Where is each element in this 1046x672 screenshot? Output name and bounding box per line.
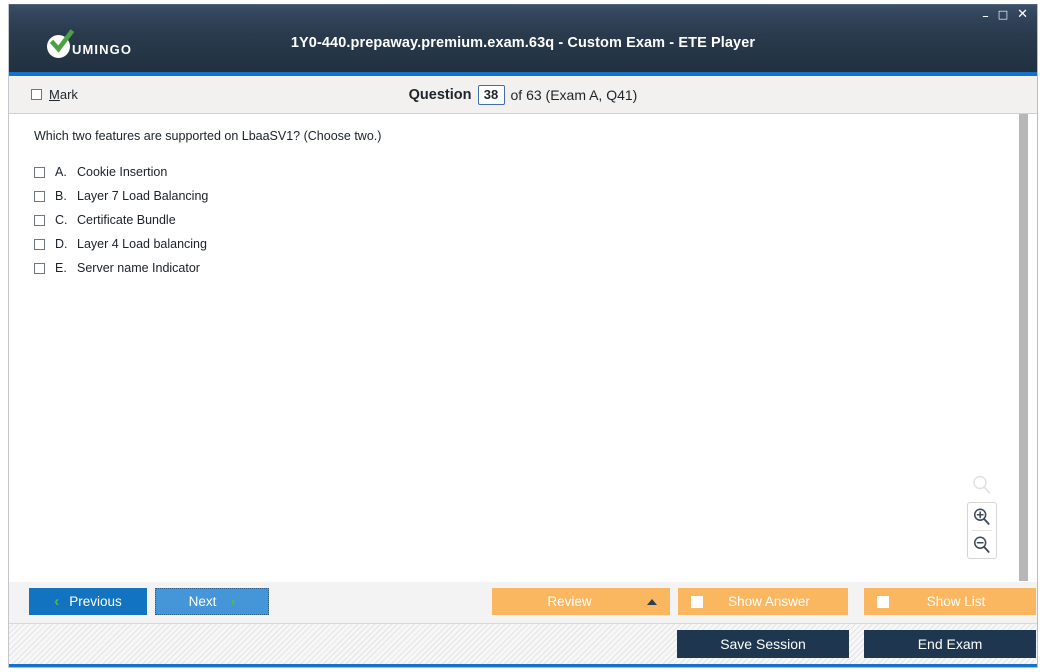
- next-button[interactable]: Next ›: [155, 588, 269, 615]
- mark-checkbox[interactable]: [31, 89, 42, 100]
- question-text: Which two features are supported on Lbaa…: [34, 129, 382, 143]
- show-list-button[interactable]: Show List: [864, 588, 1036, 615]
- option-row-e[interactable]: E. Server name Indicator: [34, 256, 1019, 280]
- option-row-b[interactable]: B. Layer 7 Load Balancing: [34, 184, 1019, 208]
- option-row-a[interactable]: A. Cookie Insertion: [34, 160, 1019, 184]
- option-letter-c: C.: [55, 213, 68, 227]
- question-total-label: of 63 (Exam A, Q41): [510, 86, 638, 103]
- show-answer-checkbox[interactable]: [691, 595, 703, 608]
- maximize-button[interactable]: □: [998, 9, 1008, 21]
- magnifier-icon[interactable]: [971, 474, 993, 496]
- zoom-button-group: [967, 502, 997, 559]
- save-session-button[interactable]: Save Session: [677, 630, 849, 658]
- option-text-c: Certificate Bundle: [77, 213, 176, 227]
- mark-label: Mark: [49, 87, 78, 102]
- option-text-b: Layer 7 Load Balancing: [77, 189, 209, 203]
- option-checkbox-e[interactable]: [34, 262, 45, 274]
- question-panel: Which two features are supported on Lbaa…: [18, 114, 1028, 581]
- title-bar: – □ ✕ UMINGO 1Y0-440.prepaway.premium.ex…: [9, 4, 1037, 76]
- option-checkbox-a[interactable]: [34, 166, 45, 178]
- window-title: 1Y0-440.prepaway.premium.exam.63q - Cust…: [290, 35, 756, 51]
- question-header-bar: Mark Question 38 of 63 (Exam A, Q41): [9, 76, 1037, 114]
- option-checkbox-d[interactable]: [34, 238, 45, 250]
- exam-player-window: – □ ✕ UMINGO 1Y0-440.prepaway.premium.ex…: [8, 4, 1038, 668]
- question-counter: Question 38 of 63 (Exam A, Q41): [9, 84, 1037, 105]
- option-letter-d: D.: [55, 237, 68, 251]
- zoom-out-icon: [973, 536, 990, 553]
- option-letter-e: E.: [55, 261, 67, 275]
- previous-button[interactable]: ‹ Previous: [29, 588, 147, 615]
- zoom-out-button[interactable]: [968, 531, 996, 558]
- chevron-left-icon: ‹: [54, 593, 60, 610]
- option-text-d: Layer 4 Load balancing: [77, 237, 207, 251]
- review-button[interactable]: Review: [492, 588, 670, 615]
- question-number-input[interactable]: 38: [477, 84, 505, 105]
- minimize-button[interactable]: –: [982, 10, 989, 23]
- option-letter-a: A.: [55, 165, 67, 179]
- chevron-right-icon: ›: [230, 593, 236, 610]
- end-exam-button[interactable]: End Exam: [864, 630, 1036, 658]
- option-checkbox-b[interactable]: [34, 190, 45, 202]
- show-answer-label: Show Answer: [728, 594, 810, 609]
- close-button[interactable]: ✕: [1017, 8, 1028, 21]
- option-text-a: Cookie Insertion: [77, 165, 168, 179]
- previous-button-label: Previous: [69, 594, 122, 609]
- zoom-in-button[interactable]: [968, 503, 996, 530]
- option-letter-b: B.: [55, 189, 67, 203]
- option-row-d[interactable]: D. Layer 4 Load balancing: [34, 232, 1019, 256]
- caret-up-icon: [647, 598, 657, 605]
- status-bar: Save Session End Exam: [9, 623, 1037, 667]
- content-area: Which two features are supported on Lbaa…: [9, 114, 1037, 581]
- show-list-checkbox[interactable]: [877, 595, 889, 608]
- mark-label-rest: ark: [59, 87, 78, 102]
- review-button-label: Review: [547, 594, 592, 609]
- next-button-label: Next: [188, 594, 217, 609]
- show-list-label: Show List: [926, 594, 986, 609]
- mark-accel-letter: M: [49, 87, 60, 102]
- option-text-e: Server name Indicator: [77, 261, 200, 275]
- zoom-in-icon: [973, 508, 990, 525]
- option-checkbox-c[interactable]: [34, 214, 45, 226]
- option-row-c[interactable]: C. Certificate Bundle: [34, 208, 1019, 232]
- action-bar: ‹ Previous Next › Review Show Answer Sho…: [9, 581, 1037, 623]
- window-controls: – □ ✕: [982, 8, 1028, 23]
- question-word: Question: [408, 86, 472, 103]
- show-answer-button[interactable]: Show Answer: [678, 588, 848, 615]
- zoom-tools: [967, 474, 997, 559]
- mark-question-control[interactable]: Mark: [31, 87, 78, 102]
